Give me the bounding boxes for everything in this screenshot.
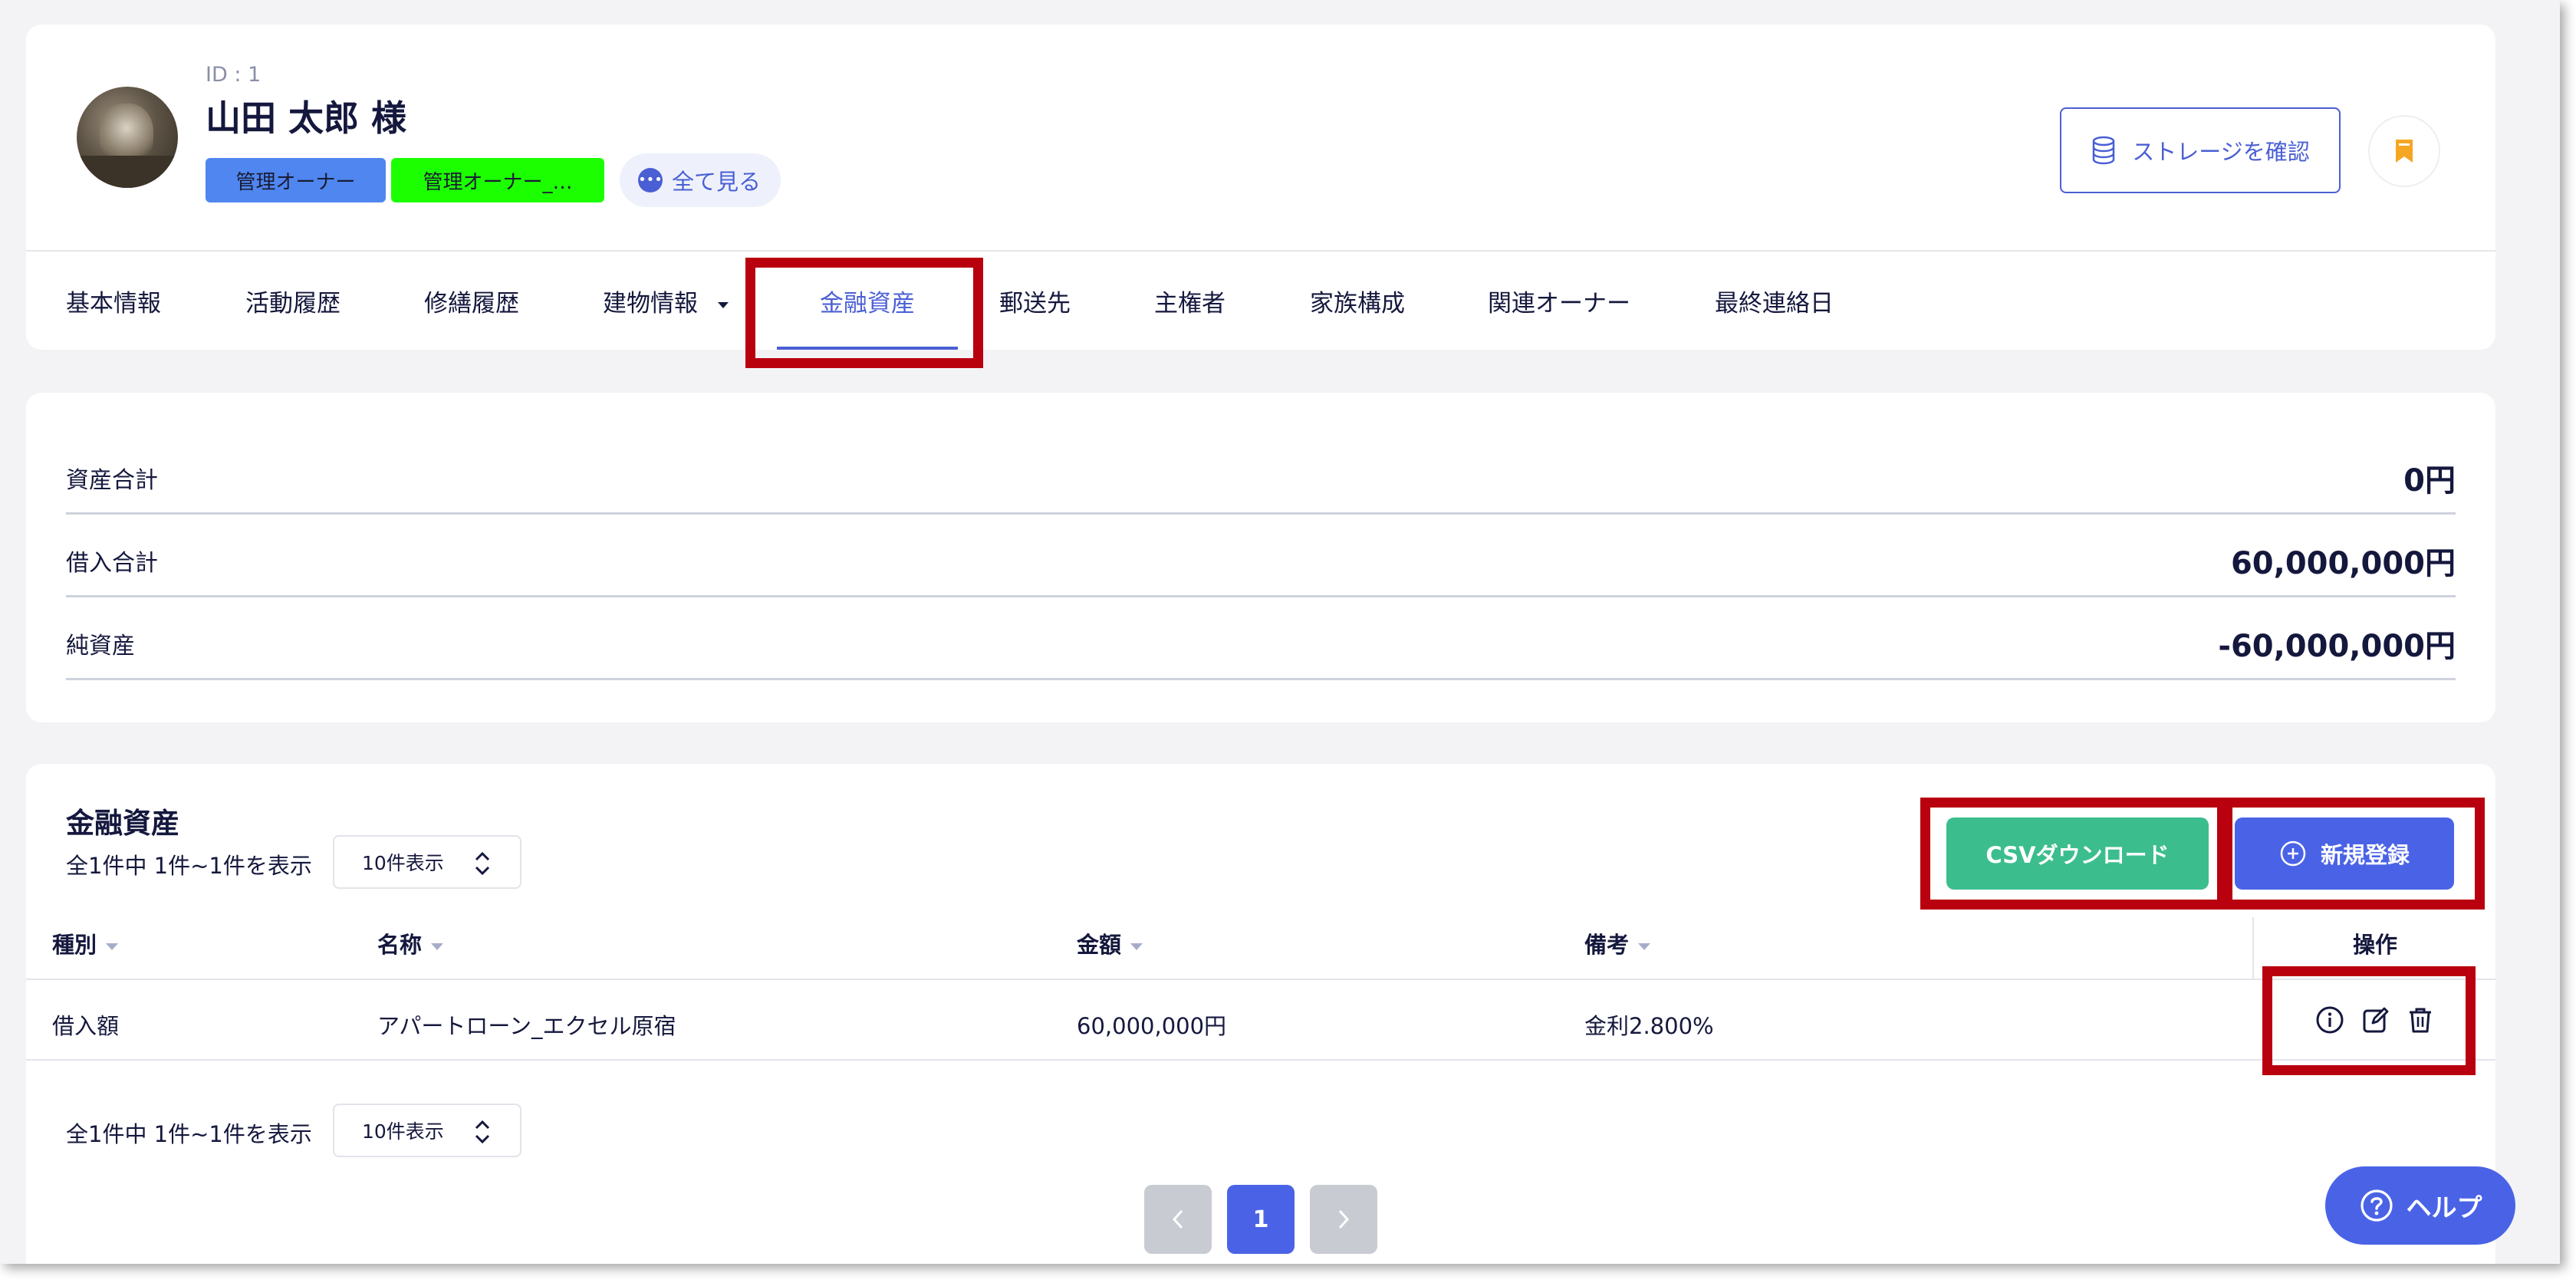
column-header-label: 備考 — [1584, 932, 1630, 958]
tab-basic-info[interactable]: 基本情報 — [66, 284, 161, 318]
more-dots-icon: ••• — [638, 168, 663, 192]
assets-section-title: 金融資産 — [66, 807, 179, 840]
column-header-name[interactable]: 名称 — [377, 927, 444, 959]
sort-caret-icon — [431, 943, 444, 950]
active-tab-indicator — [777, 347, 958, 350]
column-header-note[interactable]: 備考 — [1584, 927, 1651, 959]
owner-tag-1: 管理オーナー — [206, 158, 386, 202]
owner-avatar — [77, 87, 178, 188]
select-updown-icon — [475, 851, 490, 876]
tab-related-owners[interactable]: 関連オーナー — [1488, 284, 1630, 318]
caret-down-icon — [717, 301, 729, 308]
owner-id: ID : 1 — [206, 63, 262, 87]
per-page-select[interactable]: 10件表示 — [333, 835, 521, 889]
table-header-divider — [26, 979, 2495, 980]
bookmark-icon — [2396, 140, 2413, 163]
per-page-value: 10件表示 — [362, 852, 444, 874]
check-storage-label: ストレージを確認 — [2132, 139, 2310, 165]
column-header-label: 名称 — [377, 932, 423, 958]
summary-label-total-assets: 資産合計 — [66, 467, 158, 494]
header-divider — [26, 250, 2495, 252]
check-storage-button[interactable]: ストレージを確認 — [2060, 107, 2341, 193]
trash-icon[interactable] — [2405, 1005, 2436, 1035]
select-updown-icon — [475, 1120, 490, 1144]
summary-value-total-assets: 0円 — [2403, 463, 2456, 498]
tab-activity-history[interactable]: 活動履歴 — [245, 284, 341, 318]
help-label: ヘルプ — [2406, 1193, 2482, 1222]
database-icon — [2093, 136, 2115, 165]
owner-tag-2: 管理オーナー_… — [391, 158, 604, 202]
actions-column-separator — [2252, 917, 2254, 979]
tab-sovereign[interactable]: 主権者 — [1154, 284, 1225, 318]
pagination-next-button[interactable] — [1310, 1185, 1377, 1254]
tab-mailing-address[interactable]: 郵送先 — [999, 284, 1071, 318]
column-header-type[interactable]: 種別 — [52, 927, 119, 959]
new-register-label: 新規登録 — [2320, 842, 2410, 868]
csv-download-button[interactable]: CSVダウンロード — [1946, 818, 2209, 890]
column-header-actions: 操作 — [2353, 932, 2398, 958]
sort-caret-icon — [1130, 943, 1143, 950]
summary-divider — [66, 595, 2456, 597]
tab-repair-history[interactable]: 修繕履歴 — [424, 284, 519, 318]
tab-building-info[interactable]: 建物情報 — [603, 284, 729, 318]
assets-count-text: 全1件中 1件~1件を表示 — [66, 853, 312, 879]
tab-last-contact[interactable]: 最終連絡日 — [1715, 284, 1834, 318]
column-header-label: 種別 — [52, 932, 97, 958]
question-circle-icon — [2360, 1189, 2393, 1222]
per-page-value: 10件表示 — [362, 1120, 444, 1143]
summary-divider — [66, 678, 2456, 680]
help-button[interactable]: ヘルプ — [2325, 1166, 2515, 1245]
sort-caret-icon — [106, 943, 119, 950]
tab-family[interactable]: 家族構成 — [1310, 284, 1405, 318]
pagination-prev-button[interactable] — [1144, 1185, 1212, 1254]
info-icon[interactable] — [2314, 1005, 2345, 1035]
chevron-right-icon — [1338, 1209, 1350, 1229]
summary-value-total-borrowing: 60,000,000円 — [2230, 546, 2456, 581]
table-cell-name: アパートローン_エクセル原宿 — [377, 1013, 676, 1039]
chevron-left-icon — [1172, 1209, 1183, 1229]
owner-name: 山田 太郎 様 — [206, 97, 407, 139]
summary-value-net-assets: -60,000,000円 — [2218, 629, 2456, 664]
tab-financial-assets[interactable]: 金融資産 — [820, 284, 915, 318]
column-header-amount[interactable]: 金額 — [1077, 927, 1143, 959]
summary-label-total-borrowing: 借入合計 — [66, 550, 158, 577]
pagination-page-1[interactable]: 1 — [1227, 1185, 1295, 1254]
table-cell-amount: 60,000,000円 — [1077, 1013, 1227, 1039]
sort-caret-icon — [1638, 943, 1651, 950]
table-cell-note: 金利2.800% — [1584, 1013, 1714, 1039]
see-all-label: 全て見る — [672, 169, 762, 195]
summary-divider — [66, 512, 2456, 515]
bookmark-button[interactable] — [2368, 115, 2440, 187]
per-page-select-bottom[interactable]: 10件表示 — [333, 1104, 521, 1157]
tab-building-info-label: 建物情報 — [603, 290, 698, 317]
assets-count-text-bottom: 全1件中 1件~1件を表示 — [66, 1121, 312, 1147]
new-register-button[interactable]: 新規登録 — [2235, 818, 2454, 890]
financial-summary-card — [26, 393, 2495, 722]
app-window: ID : 1 山田 太郎 様 管理オーナー 管理オーナー_… ••• 全て見る … — [0, 0, 2560, 1264]
edit-icon[interactable] — [2361, 1005, 2391, 1035]
table-row-divider — [26, 1059, 2495, 1061]
table-cell-type: 借入額 — [52, 1013, 120, 1039]
summary-label-net-assets: 純資産 — [66, 633, 135, 660]
plus-circle-icon — [2280, 841, 2306, 867]
column-header-label: 金額 — [1077, 932, 1122, 958]
see-all-tags-button[interactable]: ••• 全て見る — [620, 153, 781, 207]
